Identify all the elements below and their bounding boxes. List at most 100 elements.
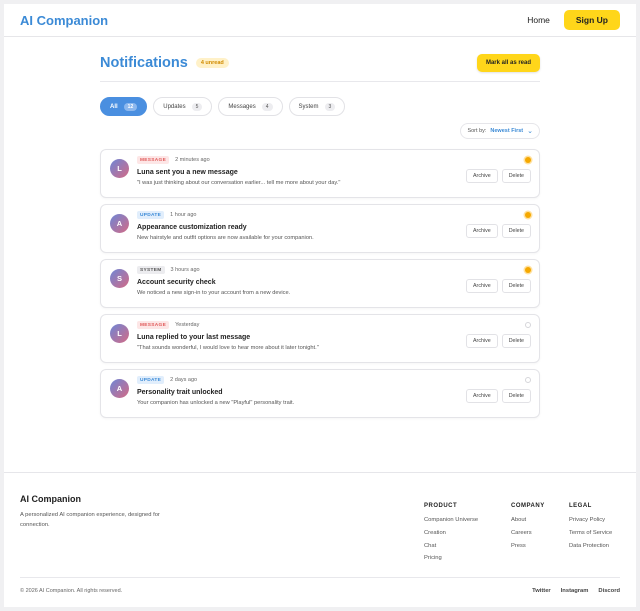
notification-item[interactable]: L MESSAGE Yesterday Luna replied to your… — [100, 314, 540, 363]
sort-value: Newest First — [490, 128, 524, 134]
timestamp: 2 days ago — [170, 377, 198, 383]
twitter-link[interactable]: Twitter — [532, 588, 551, 594]
read-dot-icon — [525, 377, 531, 383]
notification-list: L MESSAGE 2 minutes ago Luna sent you a … — [100, 149, 540, 424]
footer-link[interactable]: Companion Universe — [424, 517, 478, 523]
instagram-link[interactable]: Instagram — [561, 588, 589, 594]
footer-description: A personalized AI companion experience, … — [20, 512, 160, 528]
archive-button[interactable]: Archive — [466, 334, 498, 348]
notification-item[interactable]: A UPDATE 1 hour ago Appearance customiza… — [100, 204, 540, 253]
filter-label: Messages — [228, 103, 256, 110]
title-row: Notifications 4 unread Mark all as read — [100, 54, 540, 72]
footer-link[interactable]: About — [511, 517, 545, 523]
footer-brand: AI Companion — [20, 494, 81, 504]
filter-label: Updates — [163, 103, 186, 110]
sort-label: Sort by: — [467, 128, 487, 134]
timestamp: 2 minutes ago — [175, 157, 210, 163]
home-link[interactable]: Home — [527, 15, 550, 25]
delete-button[interactable]: Delete — [501, 224, 531, 238]
filter-label: System — [298, 103, 319, 110]
filter-tab-updates[interactable]: Updates 5 — [153, 97, 213, 116]
avatar: A — [110, 379, 129, 398]
notification-title: Luna replied to your last message — [137, 334, 251, 341]
copyright: © 2026 AI Companion. All rights reserved… — [20, 588, 123, 594]
notification-meta: MESSAGE Yesterday — [137, 321, 199, 329]
notification-item[interactable]: L MESSAGE 2 minutes ago Luna sent you a … — [100, 149, 540, 198]
type-tag: UPDATE — [137, 211, 165, 219]
filter-count: 4 — [261, 102, 273, 111]
timestamp: 3 hours ago — [170, 267, 200, 273]
notification-actions: Archive Delete — [466, 334, 531, 348]
notification-actions: Archive Delete — [466, 169, 531, 183]
notification-meta: SYSTEM 3 hours ago — [137, 266, 200, 274]
chevron-down-icon: ⌄ — [527, 128, 533, 135]
notification-meta: MESSAGE 2 minutes ago — [137, 156, 210, 164]
type-tag: UPDATE — [137, 376, 165, 384]
notification-meta: UPDATE 2 days ago — [137, 376, 197, 384]
notification-title: Luna sent you a new message — [137, 169, 238, 176]
archive-button[interactable]: Archive — [466, 279, 498, 293]
footer-link[interactable]: Chat — [424, 543, 478, 549]
footer-link[interactable]: Careers — [511, 530, 545, 536]
notification-body: Your companion has unlocked a new "Playf… — [137, 400, 295, 406]
footer-column-company: COMPANY About Careers Press — [511, 503, 545, 555]
avatar: S — [110, 269, 129, 288]
footer-column-product: PRODUCT Companion Universe Creation Chat… — [424, 503, 478, 568]
footer-link[interactable]: Creation — [424, 530, 478, 536]
footer-divider — [20, 577, 620, 578]
filter-count: 5 — [191, 102, 203, 111]
notification-meta: UPDATE 1 hour ago — [137, 211, 196, 219]
footer-link[interactable]: Pricing — [424, 555, 478, 561]
divider — [100, 81, 540, 82]
filter-label: All — [110, 103, 118, 110]
avatar: A — [110, 214, 129, 233]
delete-button[interactable]: Delete — [501, 334, 531, 348]
signup-button[interactable]: Sign Up — [563, 10, 620, 30]
type-tag: SYSTEM — [137, 266, 165, 274]
discord-link[interactable]: Discord — [598, 588, 620, 594]
timestamp: 1 hour ago — [170, 212, 197, 218]
notification-body: New hairstyle and outfit options are now… — [137, 235, 314, 241]
notification-title: Personality trait unlocked — [137, 389, 223, 396]
social-links: Twitter Instagram Discord — [532, 588, 620, 594]
unread-dot-icon — [525, 157, 531, 163]
brand-logo[interactable]: AI Companion — [20, 13, 108, 28]
notification-item[interactable]: A UPDATE 2 days ago Personality trait un… — [100, 369, 540, 418]
filter-tab-system[interactable]: System 3 — [288, 97, 346, 116]
footer-heading: LEGAL — [569, 503, 592, 509]
nav-links: Home Sign Up — [527, 10, 620, 30]
footer-heading: PRODUCT — [424, 503, 458, 509]
filter-count: 12 — [123, 102, 138, 111]
footer-heading: COMPANY — [511, 503, 545, 509]
filter-tab-messages[interactable]: Messages 4 — [218, 97, 283, 116]
unread-badge: 4 unread — [195, 58, 229, 68]
sort-dropdown[interactable]: Sort by: Newest First ⌄ — [460, 123, 540, 139]
read-dot-icon — [525, 322, 531, 328]
archive-button[interactable]: Archive — [466, 169, 498, 183]
notification-body: We noticed a new sign-in to your account… — [137, 290, 291, 296]
footer-link[interactable]: Terms of Service — [569, 530, 612, 536]
footer-link[interactable]: Data Protection — [569, 543, 612, 549]
page-title: Notifications — [100, 55, 188, 71]
filter-tab-all[interactable]: All 12 — [100, 97, 148, 116]
footer-link[interactable]: Privacy Policy — [569, 517, 612, 523]
delete-button[interactable]: Delete — [501, 279, 531, 293]
archive-button[interactable]: Archive — [466, 389, 498, 403]
delete-button[interactable]: Delete — [501, 169, 531, 183]
delete-button[interactable]: Delete — [501, 389, 531, 403]
notification-item[interactable]: S SYSTEM 3 hours ago Account security ch… — [100, 259, 540, 308]
mark-all-read-button[interactable]: Mark all as read — [476, 54, 540, 72]
avatar: L — [110, 324, 129, 343]
notification-title: Appearance customization ready — [137, 224, 247, 231]
notification-actions: Archive Delete — [466, 279, 531, 293]
footer-link[interactable]: Press — [511, 543, 545, 549]
type-tag: MESSAGE — [137, 321, 170, 329]
notification-actions: Archive Delete — [466, 389, 531, 403]
unread-dot-icon — [525, 212, 531, 218]
notification-body: "That sounds wonderful, I would love to … — [137, 345, 319, 351]
notifications-panel: Notifications 4 unread Mark all as read … — [4, 37, 636, 472]
type-tag: MESSAGE — [137, 156, 170, 164]
site-footer: AI Companion A personalized AI companion… — [4, 472, 636, 607]
filter-tabs: All 12 Updates 5 Messages 4 System 3 — [100, 97, 346, 116]
archive-button[interactable]: Archive — [466, 224, 498, 238]
